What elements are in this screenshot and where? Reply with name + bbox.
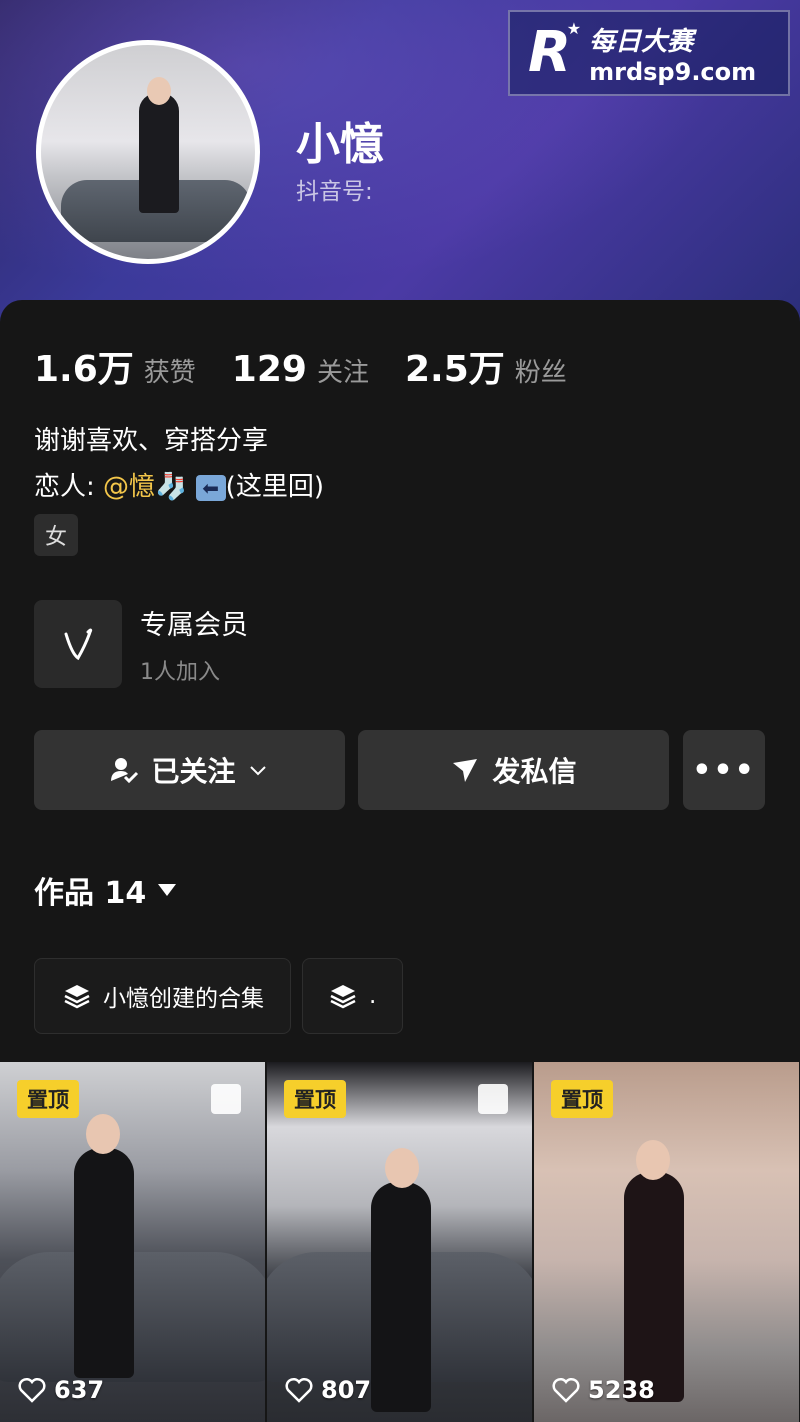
send-icon	[453, 759, 478, 782]
gender-tag: 女	[34, 514, 78, 556]
layers-icon	[330, 985, 356, 1009]
stat-likes[interactable]: 1.6万 获赞	[34, 340, 196, 392]
avatar[interactable]	[36, 40, 260, 264]
video-grid: 置顶 637 置顶 807 置顶 5238	[0, 1062, 800, 1422]
select-checkbox[interactable]	[211, 1084, 241, 1114]
video-thumbnail[interactable]: 置顶 637	[0, 1062, 265, 1422]
stats-row: 1.6万 获赞 129 关注 2.5万 粉丝	[34, 340, 603, 392]
select-checkbox[interactable]	[478, 1084, 508, 1114]
profile-name: 小憶	[296, 119, 384, 170]
action-buttons: 已关注 发私信 •••	[34, 730, 765, 810]
watermark-url: mrdsp9.com	[589, 57, 757, 86]
caret-down-icon	[158, 884, 177, 896]
tab-works[interactable]: 作品 14	[34, 868, 177, 912]
pinned-badge: 置顶	[17, 1080, 79, 1118]
like-count: 807	[285, 1376, 371, 1404]
watermark-site-name: 每日大赛	[589, 26, 694, 57]
pinned-badge: 置顶	[551, 1080, 613, 1118]
collections-row: 小憶创建的合集 .	[34, 958, 404, 1034]
user-check-icon	[111, 758, 139, 784]
followed-button[interactable]: 已关注	[34, 730, 345, 810]
douyin-id[interactable]: 抖音号:	[296, 172, 373, 206]
heart-icon	[552, 1377, 580, 1403]
bio-line-1: 谢谢喜欢、穿搭分享	[34, 426, 269, 456]
left-arrow-icon: ⬅	[195, 474, 226, 501]
stat-following[interactable]: 129 关注	[232, 349, 369, 390]
send-message-button[interactable]: 发私信	[358, 730, 669, 810]
membership-v-icon	[34, 600, 122, 688]
layers-icon	[64, 985, 90, 1009]
pinned-badge: 置顶	[284, 1080, 346, 1118]
bio-line-2: 恋人: @憶🧦 ⬅ (这里回)	[34, 472, 324, 502]
like-count: 5238	[552, 1376, 655, 1404]
video-thumbnail[interactable]: 置顶 807	[267, 1062, 532, 1422]
membership-entry[interactable]: 专属会员 1人加入	[34, 600, 248, 688]
stat-followers[interactable]: 2.5万 粉丝	[405, 340, 567, 392]
chevron-down-icon	[249, 766, 266, 776]
more-options-button[interactable]: •••	[683, 730, 765, 810]
like-count: 637	[18, 1376, 104, 1404]
heart-icon	[18, 1377, 46, 1403]
collection-button[interactable]: .	[302, 958, 404, 1034]
video-thumbnail[interactable]: 置顶 5238	[534, 1062, 799, 1422]
membership-title: 专属会员	[140, 609, 248, 641]
watermark-letter: R ★	[528, 19, 582, 85]
lover-mention-link[interactable]: @憶🧦	[103, 472, 187, 502]
watermark-logo: R ★ 每日大赛 mrdsp9.com	[508, 10, 790, 96]
collection-button[interactable]: 小憶创建的合集	[34, 958, 291, 1034]
heart-icon	[285, 1377, 313, 1403]
bio: 谢谢喜欢、穿搭分享 恋人: @憶🧦 ⬅ (这里回)	[34, 418, 324, 510]
membership-count: 1人加入	[140, 659, 220, 685]
